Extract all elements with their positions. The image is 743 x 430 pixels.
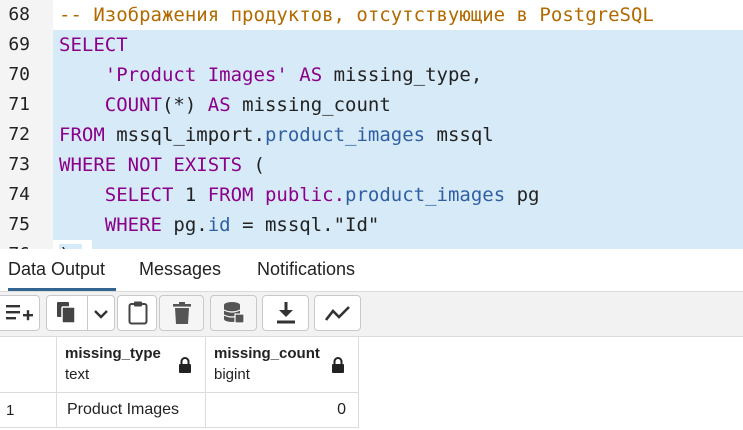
column-name: missing_count (214, 345, 320, 362)
line-number: 75 (8, 214, 30, 235)
copy-icon (57, 302, 76, 324)
download-icon (277, 302, 295, 324)
column-header[interactable]: missing_count bigint (206, 337, 359, 393)
code-line: FROM mssql_import.product_images mssql (53, 120, 743, 150)
line-number: 70 (8, 64, 30, 85)
number-literal: 1 (173, 184, 208, 206)
copy-button[interactable] (46, 295, 88, 331)
line-number: 69 (8, 34, 30, 55)
tab-notifications[interactable]: Notifications (257, 249, 355, 289)
keyword-from: FROM (207, 184, 254, 206)
column-alias: missing_type, (333, 64, 483, 86)
selection-tail (91, 240, 743, 249)
keyword-where-not-exists: WHERE NOT EXISTS (59, 154, 243, 176)
sql-comment: -- Изображения продуктов, отсутствующие … (59, 4, 654, 26)
lock-icon (179, 357, 191, 373)
delete-button[interactable] (159, 295, 204, 331)
results-tab-bar: Data Output Messages Notifications (0, 249, 743, 292)
code-area[interactable]: -- Изображения продуктов, отсутствующие … (53, 0, 743, 249)
cell-value: 0 (337, 401, 346, 418)
keyword-as: AS (207, 94, 231, 116)
code-line: WHERE pg.id = mssql."Id" (53, 210, 743, 240)
alias-prefix: pg. (161, 214, 208, 236)
row-number-cell[interactable]: 1 (0, 393, 57, 428)
quoted-identifier: "Id" (333, 214, 380, 236)
table-alias: mssql (425, 124, 494, 146)
line-number: 73 (8, 154, 30, 175)
keyword-as: AS (299, 64, 323, 86)
paren-open: ( (242, 154, 265, 176)
function-count: COUNT (104, 94, 162, 116)
code-line: -- Изображения продуктов, отсутствующие … (53, 0, 743, 30)
count-args: (*) (161, 94, 197, 116)
code-line: SELECT (53, 30, 743, 60)
column-type: text (65, 366, 90, 383)
column-name: missing_type (65, 345, 161, 362)
row-header-corner (0, 337, 57, 393)
code-line: COUNT(*) AS missing_count (53, 90, 743, 120)
graph-icon (325, 306, 350, 321)
download-button[interactable] (262, 295, 309, 331)
keyword-from: FROM (59, 124, 105, 146)
line-number-gutter: 68 69 70 71 72 73 74 75 76 (0, 0, 53, 249)
row-number: 1 (6, 402, 15, 419)
code-line: SELECT 1 FROM public.product_images pg (53, 180, 743, 210)
code-line: ); (53, 240, 743, 249)
keyword-select: SELECT (59, 34, 128, 56)
schema-name: public. (253, 184, 346, 206)
line-number: 71 (8, 94, 30, 115)
line-number: 74 (8, 184, 30, 205)
copy-options-dropdown[interactable] (87, 295, 115, 331)
add-row-button[interactable] (0, 295, 40, 331)
save-data-icon (223, 302, 245, 324)
chevron-down-icon (94, 310, 108, 319)
line-number: 68 (8, 4, 30, 25)
table-alias: pg (505, 184, 540, 206)
keyword-where: WHERE (104, 214, 162, 236)
comparison: = mssql. (230, 214, 334, 236)
save-data-button[interactable] (210, 295, 257, 331)
lock-icon (332, 357, 344, 373)
column-header[interactable]: missing_type text (57, 337, 206, 393)
paste-icon (128, 301, 148, 325)
paste-button[interactable] (117, 295, 157, 331)
graph-visualiser-button[interactable] (314, 295, 361, 331)
cell-value: Product Images (67, 401, 180, 418)
tab-data-output[interactable]: Data Output (8, 249, 116, 291)
add-row-icon (6, 305, 33, 321)
line-number: 76 (0, 240, 53, 249)
data-output-toolbar (0, 292, 743, 337)
line-number: 72 (8, 124, 30, 145)
column-alias: missing_count (242, 94, 391, 116)
schema-name: mssql_import. (116, 124, 265, 146)
column-name: id (207, 214, 231, 236)
column-type: bigint (214, 366, 250, 383)
result-grid: missing_type text missing_count bigint 1… (0, 337, 743, 430)
table-name: product_images (345, 184, 506, 206)
table-cell[interactable]: Product Images (57, 393, 206, 428)
string-literal: 'Product Images' (104, 64, 288, 86)
table-name: product_images (264, 124, 426, 146)
delete-icon (173, 302, 191, 324)
code-line: 'Product Images' AS missing_type, (53, 60, 743, 90)
tab-messages[interactable]: Messages (139, 249, 221, 289)
code-line: WHERE NOT EXISTS ( (53, 150, 743, 180)
keyword-select: SELECT (104, 184, 174, 206)
sql-editor[interactable]: 68 69 70 71 72 73 74 75 76 -- Изображени… (0, 0, 743, 249)
table-cell[interactable]: 0 (206, 393, 359, 428)
